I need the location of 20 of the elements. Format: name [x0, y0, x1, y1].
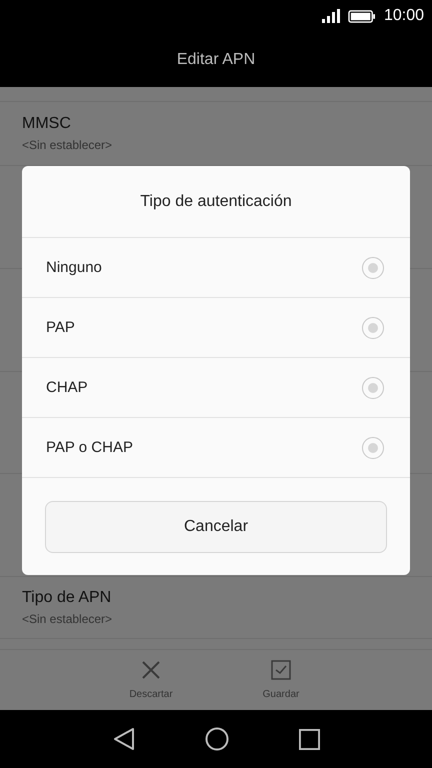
- radio-button[interactable]: [362, 316, 384, 338]
- signal-icon: [322, 9, 340, 23]
- battery-icon: [348, 10, 376, 22]
- back-icon[interactable]: [112, 727, 134, 751]
- clock: 10:00: [384, 7, 424, 25]
- option-item[interactable]: PAP: [22, 298, 410, 358]
- checkbox-icon: [271, 660, 291, 680]
- dialog-title: Tipo de autenticación: [22, 166, 410, 238]
- option-item[interactable]: CHAP: [22, 358, 410, 418]
- settings-item[interactable]: Tipo de APN <Sin establecer>: [0, 577, 432, 639]
- close-icon: [141, 660, 161, 680]
- radio-button[interactable]: [362, 436, 384, 458]
- option-item[interactable]: PAP o CHAP: [22, 418, 410, 478]
- home-icon[interactable]: [204, 727, 228, 751]
- recents-icon[interactable]: [298, 728, 320, 750]
- radio-button[interactable]: [362, 256, 384, 278]
- option-item[interactable]: Ninguno: [22, 238, 410, 298]
- screen-title: Editar APN: [176, 50, 256, 68]
- radio-button[interactable]: [362, 376, 384, 398]
- cancel-button[interactable]: Cancelar: [45, 500, 387, 552]
